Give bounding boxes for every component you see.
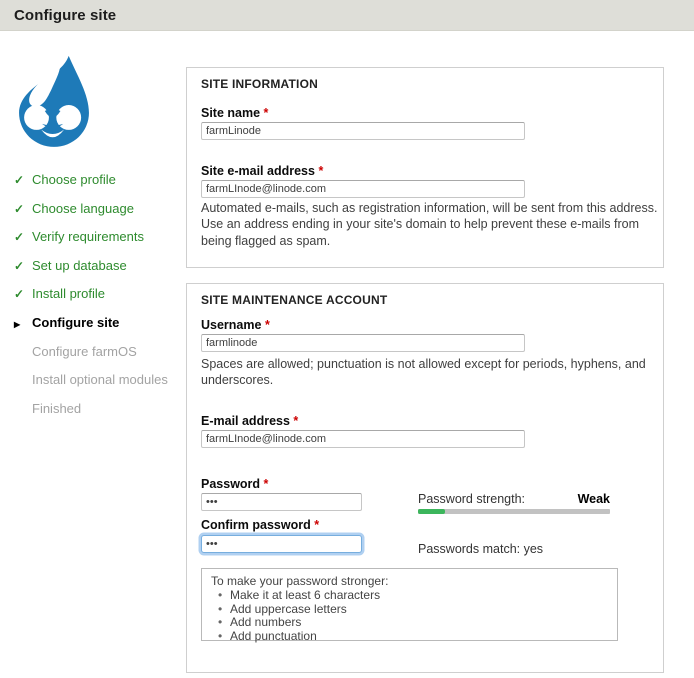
password-tip: Add numbers <box>211 616 609 630</box>
site-information-fieldset: SITE INFORMATION Site name * Site e-mail… <box>186 67 664 268</box>
site-name-label: Site name * <box>201 106 268 120</box>
step-label: Set up database <box>32 258 127 273</box>
step-verify-requirements: ✓ Verify requirements <box>14 229 184 258</box>
step-label: Configure site <box>32 315 119 330</box>
password-strength-value: Weak <box>578 492 610 506</box>
password-tips-list: Make it at least 6 characters Add upperc… <box>211 589 609 643</box>
password-strength-label: Password strength: <box>418 492 525 506</box>
drupal-logo-icon <box>8 50 100 150</box>
check-icon: ✓ <box>14 230 32 244</box>
site-maintenance-account-legend: SITE MAINTENANCE ACCOUNT <box>201 293 387 307</box>
check-icon: ✓ <box>14 173 32 187</box>
password-tips-title: To make your password stronger: <box>211 574 609 588</box>
password-label: Password * <box>201 477 268 491</box>
check-icon: ✓ <box>14 259 32 273</box>
install-steps: ✓ Choose profile ✓ Choose language ✓ Ver… <box>14 172 184 429</box>
passwords-match-status: Passwords match: yes <box>418 542 543 556</box>
required-asterisk: * <box>293 414 298 428</box>
site-email-input[interactable] <box>201 180 525 198</box>
account-email-input[interactable] <box>201 430 525 448</box>
check-icon: ✓ <box>14 202 32 216</box>
arrow-right-icon: ▶ <box>14 320 32 329</box>
confirm-password-label: Confirm password * <box>201 518 319 532</box>
page-header: Configure site <box>0 0 694 31</box>
required-asterisk: * <box>264 477 269 491</box>
step-label: Finished <box>32 401 81 416</box>
required-asterisk: * <box>265 318 270 332</box>
step-set-up-database: ✓ Set up database <box>14 258 184 287</box>
password-strength-bar <box>418 509 610 514</box>
step-label: Verify requirements <box>32 229 144 244</box>
step-label: Install optional modules <box>32 372 168 387</box>
step-configure-farmos: Configure farmOS <box>14 344 184 373</box>
site-email-description: Automated e-mails, such as registration … <box>201 200 659 249</box>
step-label: Choose language <box>32 201 134 216</box>
username-label: Username * <box>201 318 270 332</box>
site-maintenance-account-fieldset: SITE MAINTENANCE ACCOUNT Username * Spac… <box>186 283 664 673</box>
password-tip: Add punctuation <box>211 630 609 644</box>
site-email-label: Site e-mail address * <box>201 164 323 178</box>
site-name-input[interactable] <box>201 122 525 140</box>
password-tips-box: To make your password stronger: Make it … <box>201 568 618 641</box>
site-information-legend: SITE INFORMATION <box>201 77 318 91</box>
password-tip: Add uppercase letters <box>211 603 609 617</box>
step-finished: Finished <box>14 401 184 430</box>
required-asterisk: * <box>318 164 323 178</box>
step-install-optional-modules: Install optional modules <box>14 372 184 401</box>
password-input[interactable] <box>201 493 362 511</box>
check-icon: ✓ <box>14 287 32 301</box>
required-asterisk: * <box>314 518 319 532</box>
password-tip: Make it at least 6 characters <box>211 589 609 603</box>
confirm-password-input[interactable] <box>201 535 362 553</box>
page-title: Configure site <box>14 7 116 24</box>
step-label: Choose profile <box>32 172 116 187</box>
step-configure-site: ▶ Configure site <box>14 315 184 344</box>
required-asterisk: * <box>264 106 269 120</box>
password-strength-fill <box>418 509 445 514</box>
username-input[interactable] <box>201 334 525 352</box>
password-strength-indicator: Password strength: Weak <box>418 492 610 506</box>
step-install-profile: ✓ Install profile <box>14 286 184 315</box>
account-email-label: E-mail address * <box>201 414 298 428</box>
step-choose-language: ✓ Choose language <box>14 201 184 230</box>
username-description: Spaces are allowed; punctuation is not a… <box>201 356 659 389</box>
step-label: Configure farmOS <box>32 344 137 359</box>
step-choose-profile: ✓ Choose profile <box>14 172 184 201</box>
step-label: Install profile <box>32 286 105 301</box>
